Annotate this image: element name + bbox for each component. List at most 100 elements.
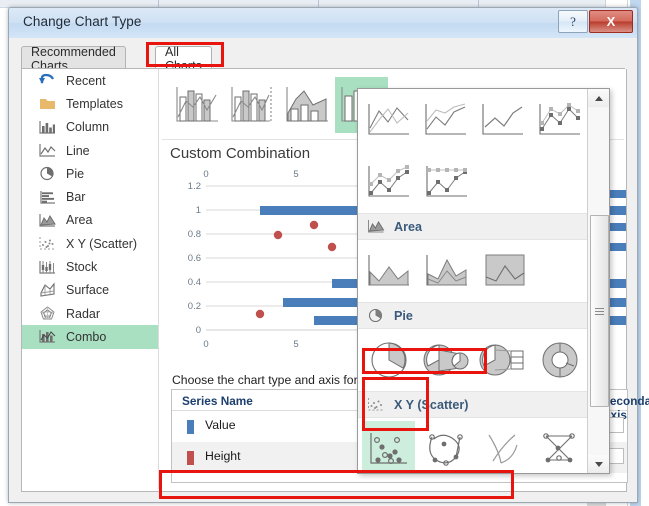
column-divider [158,0,159,7]
chart-y-axis-labels: 1.2 1 0.8 0.6 0.4 0.2 0 [188,181,201,336]
secondary-axis-checkbox-height[interactable] [608,448,624,464]
dropdown-thumb-bar-of-pie[interactable] [477,332,530,388]
svg-text:0.6: 0.6 [188,253,201,264]
series-name: Height [205,449,241,463]
sidebar-item-pie[interactable]: Pie [22,162,158,185]
dropdown-thumb-line-2[interactable] [419,92,472,148]
dropdown-thumb-stacked-area[interactable] [420,243,474,299]
sidebar-item-stock[interactable]: Stock [22,255,158,278]
dropdown-thumb-scatter-smooth-lines[interactable] [477,421,530,473]
undo-arrow-icon [39,73,55,85]
dropdown-row [358,240,587,302]
sidebar-item-label: Bar [66,190,86,205]
scatter-smooth-lines-thumb [488,434,518,464]
column-chart-icon [39,120,55,134]
dropdown-row [358,89,587,151]
screen: Change Chart Type ? X Recommended Charts… [0,0,649,506]
dropdown-thumb-area[interactable] [362,243,416,299]
gallery-item-clustered-column-line-secondary[interactable] [225,77,278,133]
pie-chart-icon [40,167,54,181]
sidebar-item-label: Templates [66,96,123,111]
tab-all-charts[interactable]: All Charts [155,45,212,73]
stacked-area-clustered-column-thumb [285,87,328,122]
clustered-column-line-secondary-axis-thumb [230,87,272,122]
scatter-smooth-lines-markers-thumb [429,434,463,466]
series-name: Value [205,418,236,432]
line-markers-thumb-1 [539,103,581,135]
svg-text:0: 0 [203,339,208,350]
preview-title: Custom Combination [170,145,311,162]
dropdown-row [358,151,587,213]
svg-text:1: 1 [196,205,201,216]
dropdown-thumb-100-stacked-area[interactable] [478,243,532,299]
sidebar-item-label: Radar [66,306,101,321]
close-button[interactable]: X [589,10,633,33]
chart-type-dropdown: Area Pie X Y (Scatter) [357,88,610,474]
secondary-axis-checkbox-value[interactable] [608,417,624,433]
sidebar-item-bar[interactable]: Bar [22,185,158,208]
gallery-item-clustered-column-line[interactable] [170,77,223,133]
dropdown-thumb-line-3[interactable] [477,92,530,148]
radar-chart-icon [40,306,55,320]
dropdown-section-area: Area [358,213,587,240]
dropdown-row [358,329,587,391]
sidebar-item-radar[interactable]: Radar [22,302,158,325]
scatter-thumb [370,433,407,465]
svg-text:5: 5 [293,169,298,180]
sidebar-item-combo[interactable]: Combo [22,325,158,349]
bar-of-pie-thumb [479,344,524,376]
sidebar-item-line[interactable]: Line [22,139,158,162]
column-header-series-name: Series Name [182,394,253,408]
dropdown-section-pie: Pie [358,302,587,329]
dropdown-scrollbar[interactable] [587,89,609,473]
dropdown-thumb-line-markers-2[interactable] [362,154,416,210]
sidebar-item-label: Recent [66,73,106,88]
sidebar-item-label: X Y (Scatter) [66,236,138,251]
window-buttons: ? X [558,10,633,33]
help-button[interactable]: ? [558,10,588,33]
scatter-chart-icon [368,398,384,411]
series-color-swatch [187,451,194,465]
sidebar-item-recent[interactable]: Recent [22,69,158,92]
area-chart-icon [39,213,56,227]
sidebar-item-label: Stock [66,260,98,275]
dropdown-row [358,418,587,473]
scatter-chart-icon [39,237,55,250]
dropdown-thumb-scatter-smooth-lines-markers[interactable] [419,421,472,473]
scroll-up-arrow-icon[interactable] [588,89,609,107]
dropdown-thumb-pie[interactable] [362,332,415,388]
series-color-swatch [187,420,194,434]
sidebar-item-templates[interactable]: Templates [22,92,158,115]
bar-chart-icon [40,190,55,204]
sidebar-item-xy-scatter[interactable]: X Y (Scatter) [22,232,158,255]
dropdown-thumb-line-markers-3[interactable] [420,154,474,210]
sidebar-item-area[interactable]: Area [22,209,158,232]
dropdown-thumb-scatter[interactable] [362,421,416,473]
dropdown-thumb-pie-of-pie[interactable] [419,332,472,388]
dialog-title-bar: Change Chart Type ? X [9,8,637,39]
tab-recommended-charts[interactable]: Recommended Charts [21,45,126,73]
svg-text:0.2: 0.2 [188,301,201,312]
sidebar-item-label: Line [66,143,90,158]
gallery-item-stacked-area-clustered-column[interactable] [280,77,333,133]
sidebar-item-surface[interactable]: Surface [22,279,158,302]
dropdown-thumb-scatter-straight-lines-markers[interactable] [534,421,587,473]
scrollbar-thumb[interactable] [590,215,609,407]
dropdown-thumb-line-markers-1[interactable] [534,92,587,148]
sidebar-item-column[interactable]: Column [22,116,158,139]
svg-text:1.2: 1.2 [188,181,201,192]
area-thumb [368,255,409,286]
dropdown-section-label: X Y (Scatter) [394,397,469,412]
sidebar-item-label: Pie [66,166,85,181]
dropdown-thumb-doughnut[interactable] [534,332,587,388]
scroll-down-arrow-icon[interactable] [588,455,609,473]
sidebar-item-label: Area [66,213,93,228]
dropdown-section-xy-scatter: X Y (Scatter) [358,391,587,418]
svg-text:0.4: 0.4 [188,277,201,288]
dropdown-section-label: Pie [394,308,413,323]
scatter-straight-lines-markers-thumb [543,433,576,463]
svg-text:0.8: 0.8 [188,229,201,240]
svg-text:0: 0 [203,169,208,180]
line-thumb-1 [368,104,409,135]
dropdown-thumb-line-1[interactable] [362,92,415,148]
